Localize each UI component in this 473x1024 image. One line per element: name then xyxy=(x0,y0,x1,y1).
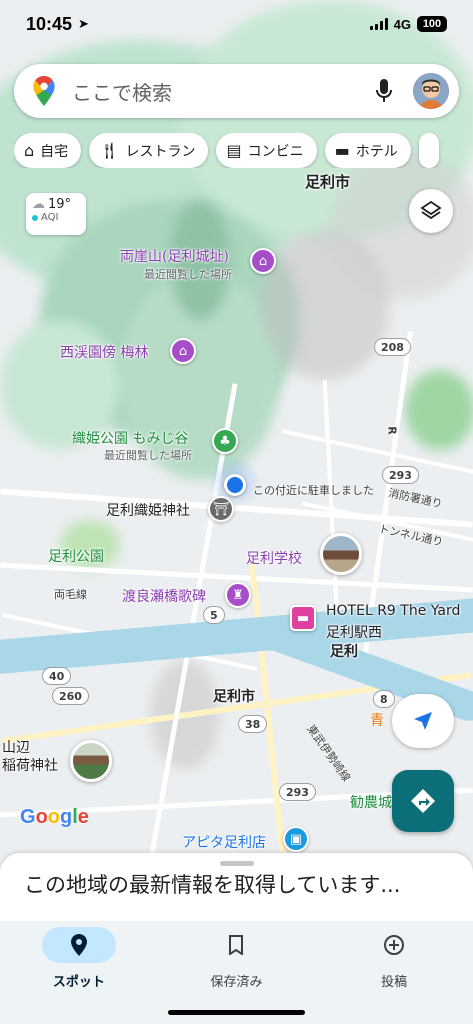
my-location-button[interactable] xyxy=(392,694,454,748)
station-label-ashikaga[interactable]: 足利 xyxy=(330,641,358,661)
add-circle-icon xyxy=(384,935,405,955)
route-shield: 40 xyxy=(42,667,72,685)
chip-label: ホテル xyxy=(355,143,398,160)
chip-restaurant[interactable]: 🍴︎ レストラン xyxy=(89,133,209,168)
place-label-nishibuchi[interactable]: 西渓園傍 梅林 xyxy=(60,342,148,362)
place-label-ashikaga-park[interactable]: 足利公園 xyxy=(48,546,104,566)
tab-label: スポット xyxy=(52,975,105,990)
signal-icon xyxy=(369,18,388,30)
route-shield: 8 xyxy=(373,690,395,708)
route-shield: 208 xyxy=(374,338,411,356)
ashikaga-gakko-photo-marker[interactable] xyxy=(320,533,362,575)
place-label-apita[interactable]: アピタ足利店 xyxy=(182,832,266,852)
chip-home[interactable]: ⌂ 自宅 xyxy=(14,133,82,168)
place-label-yamabe[interactable]: 山辺 xyxy=(2,737,30,757)
search-input[interactable]: ここで検索 xyxy=(72,77,369,106)
home-icon: ⌂ xyxy=(24,141,35,160)
place-label-kannou[interactable]: 勧農城 xyxy=(350,792,392,812)
aqi-dot-icon xyxy=(32,214,38,221)
network-label: 4G xyxy=(393,16,411,32)
inari-shrine-photo-marker[interactable] xyxy=(70,740,112,782)
route-shield: 293 xyxy=(382,466,419,484)
layers-icon xyxy=(420,200,442,220)
status-time: 10:45 xyxy=(26,13,73,34)
place-label-inari[interactable]: 稲荷神社 xyxy=(2,755,58,775)
microphone-icon[interactable] xyxy=(369,79,399,103)
place-label-aoi[interactable]: 青 xyxy=(370,710,384,730)
navigation-arrow-icon xyxy=(414,712,432,730)
bottom-navigation: スポット 保存済み 投稿 xyxy=(0,921,473,1024)
chip-hotel[interactable]: ▬ ホテル xyxy=(324,133,411,168)
place-label-hotel-r9[interactable]: HOTEL R9 The Yard xyxy=(326,603,460,619)
google-maps-pin-icon xyxy=(33,76,55,106)
google-logo: Google xyxy=(20,806,89,828)
place-label-orihime-shrine[interactable]: 足利織姫神社 xyxy=(106,500,190,520)
tab-label: 保存済み xyxy=(210,975,263,990)
chip-label: 自宅 xyxy=(40,143,69,160)
directions-button[interactable] xyxy=(392,770,454,832)
route-shield: 5 xyxy=(203,606,225,624)
place-label-ryogaisan[interactable]: 両崖山(足利城址) xyxy=(120,246,229,266)
aqi-label: AQI xyxy=(41,212,59,223)
battery-icon: 100 xyxy=(417,16,447,32)
chip-label: レストラン xyxy=(125,143,196,160)
restaurant-icon: 🍴︎ xyxy=(99,141,120,160)
location-arrow-icon: ➤ xyxy=(78,16,89,31)
monument-icon[interactable]: ♜ xyxy=(225,582,251,608)
store-icon: ▤ xyxy=(226,141,242,160)
tab-explore[interactable]: スポット xyxy=(24,927,134,1024)
rail-label-tobu: 東武伊勢崎線 xyxy=(304,722,353,785)
shopping-bag-icon[interactable]: ▣ xyxy=(283,826,309,852)
station-label-ashikagashi[interactable]: 足利市 xyxy=(213,686,255,706)
parking-location-dot[interactable] xyxy=(224,474,246,496)
tab-contribute[interactable]: 投稿 xyxy=(339,927,449,1024)
purple-poi-icon[interactable]: ⌂ xyxy=(170,338,196,364)
tab-label: 投稿 xyxy=(381,975,408,990)
hotel-pin-icon[interactable]: ▬ xyxy=(290,605,316,631)
shrine-icon[interactable]: ⛩ xyxy=(208,496,234,522)
map-pin-icon xyxy=(70,934,87,956)
place-label-orihime-park[interactable]: 織姫公園 もみじ谷 xyxy=(72,428,188,448)
home-indicator xyxy=(168,1010,305,1015)
route-label-r: R xyxy=(385,426,399,435)
cloud-icon: ☁ xyxy=(32,197,45,212)
category-chips: ⌂ 自宅 🍴︎ レストラン ▤ コンビニ ▬ ホテル xyxy=(14,133,473,168)
route-shield: 38 xyxy=(238,715,268,733)
city-label: 足利市 xyxy=(305,173,351,191)
place-label-hotel-r9-sub: 足利駅西 xyxy=(326,625,382,641)
chip-convenience-store[interactable]: ▤ コンビニ xyxy=(216,133,317,168)
recent-label: 最近閲覧した場所 xyxy=(144,268,232,281)
directions-icon xyxy=(411,789,435,813)
street-label-shobo: 消防署通り xyxy=(387,486,444,511)
bookmark-icon xyxy=(229,935,244,955)
route-shield: 260 xyxy=(52,687,89,705)
chip-more[interactable] xyxy=(418,133,439,168)
place-label-ashikaga-gakko[interactable]: 足利学校 xyxy=(246,548,302,568)
recent-label: 最近閲覧した場所 xyxy=(104,449,192,462)
parked-label: この付近に駐車しました xyxy=(253,484,374,497)
sheet-title: この地域の最新情報を取得しています... xyxy=(24,873,401,897)
temperature: 19° xyxy=(48,197,72,212)
search-bar[interactable]: ここで検索 xyxy=(14,64,459,118)
route-shield: 293 xyxy=(279,783,316,801)
weather-widget[interactable]: ☁ 19° AQI xyxy=(26,193,86,235)
place-label-watarase[interactable]: 渡良瀬橋歌碑 xyxy=(122,586,206,606)
chip-label: コンビニ xyxy=(247,143,304,160)
purple-poi-icon[interactable]: ⌂ xyxy=(250,248,276,274)
tree-icon[interactable]: ♣ xyxy=(212,428,238,454)
hotel-icon: ▬ xyxy=(334,141,350,160)
status-bar: 10:45 ➤ 4G 100 xyxy=(0,0,473,48)
avatar[interactable] xyxy=(413,73,449,109)
rail-label-ryomo: 両毛線 xyxy=(54,588,87,601)
layers-button[interactable] xyxy=(409,189,453,233)
